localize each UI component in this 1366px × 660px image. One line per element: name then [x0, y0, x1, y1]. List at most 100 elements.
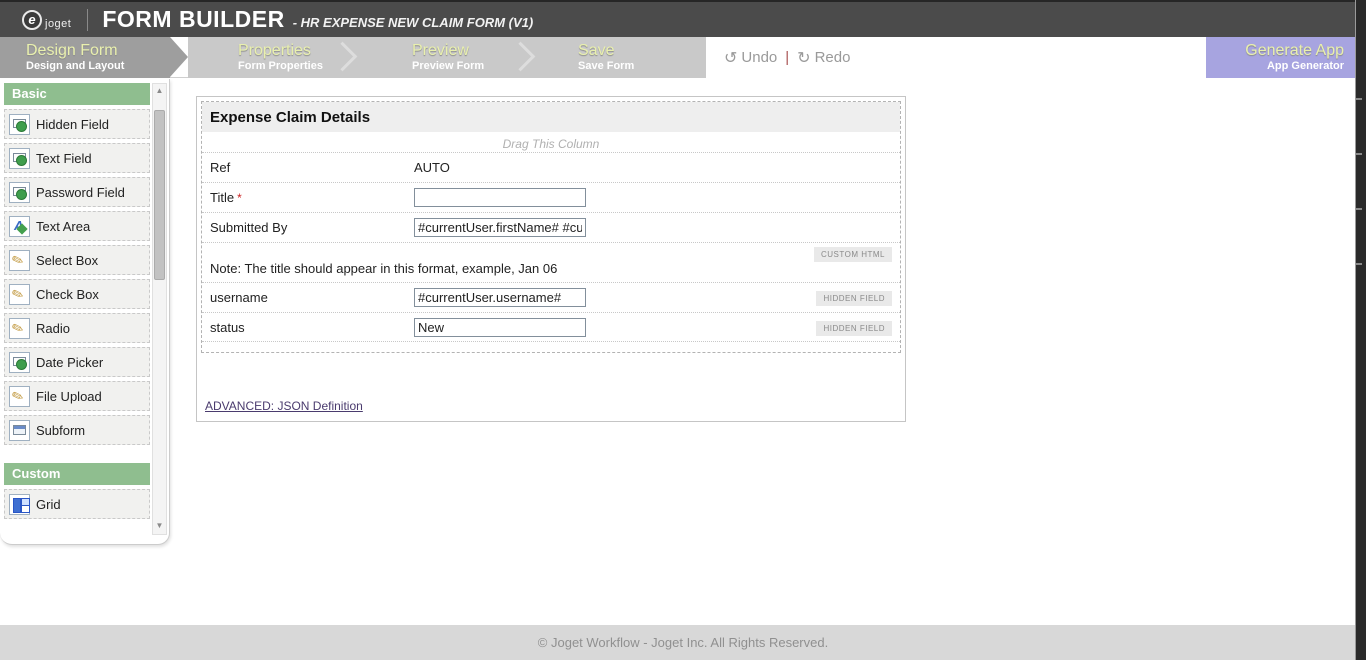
field-label-text: Title	[210, 190, 235, 205]
joget-logo: e joget	[22, 9, 72, 30]
palette-item-text-area[interactable]: Text Area	[4, 211, 150, 241]
palette-item-label: Text Field	[36, 150, 92, 166]
undo-button[interactable]: ↺ Undo	[724, 48, 777, 68]
copyright-text: © Joget Workflow - Joget Inc. All Rights…	[537, 635, 829, 650]
header-divider	[87, 8, 89, 31]
title-input[interactable]	[414, 188, 586, 207]
element-type-badge: HIDDEN FIELD	[816, 321, 892, 336]
scrollbar-tick	[1356, 98, 1362, 100]
scroll-down-icon[interactable]: ▼	[153, 521, 166, 530]
pencil-box-icon	[9, 385, 30, 407]
palette-item-label: Password Field	[36, 184, 125, 200]
window-scrollbar[interactable]	[1355, 0, 1366, 660]
palette-item-password-field[interactable]: Password Field	[4, 177, 150, 207]
palette-scrollbar[interactable]: ▲ ▼	[152, 83, 167, 535]
tab-generate-app-subtitle: App Generator	[1266, 60, 1344, 72]
textfield-icon	[9, 147, 30, 169]
scrollbar-tick	[1356, 153, 1362, 155]
form-row-ref[interactable]: Ref AUTO	[202, 152, 900, 182]
textfield-icon	[9, 181, 30, 203]
scroll-up-icon[interactable]: ▲	[153, 86, 166, 95]
palette-item-file-upload[interactable]: File Upload	[4, 381, 150, 411]
textfield-icon	[9, 113, 30, 135]
form-row-username[interactable]: username HIDDEN FIELD	[202, 282, 900, 312]
palette-item-text-field[interactable]: Text Field	[4, 143, 150, 173]
tab-save-title: Save	[578, 42, 615, 59]
undo-label: Undo	[741, 49, 778, 66]
palette-item-hidden-field[interactable]: Hidden Field	[4, 109, 150, 139]
form-row-custom-html[interactable]: Note: The title should appear in this fo…	[202, 242, 900, 282]
field-label: Submitted By	[210, 220, 288, 235]
username-input[interactable]	[414, 288, 586, 307]
form-row-title[interactable]: Title *	[202, 182, 900, 212]
palette-item-label: File Upload	[36, 388, 102, 404]
tab-generate-app[interactable]: Generate App App Generator	[1206, 37, 1356, 78]
palette-item-label: Grid	[36, 496, 61, 512]
redo-button[interactable]: ↻ Redo	[797, 48, 850, 68]
tab-generate-app-title: Generate App	[1245, 42, 1344, 59]
tab-strip: Design Form Design and Layout Properties…	[0, 37, 1366, 78]
palette-item-grid[interactable]: Grid	[4, 489, 150, 519]
field-label: Title *	[210, 190, 414, 205]
pencil-box-icon	[9, 283, 30, 305]
footer-bar: © Joget Workflow - Joget Inc. All Rights…	[0, 625, 1366, 660]
tab-design-form[interactable]: Design Form Design and Layout	[0, 37, 188, 78]
palette-item-select-box[interactable]: Select Box	[4, 245, 150, 275]
form-column-container: Expense Claim Details Drag This Column R…	[201, 101, 901, 353]
status-input[interactable]	[414, 317, 586, 337]
palette-item-label: Text Area	[36, 218, 91, 234]
palette-item-label: Check Box	[36, 286, 99, 302]
palette-scrollbar-thumb[interactable]	[154, 110, 165, 280]
field-label: Ref	[210, 160, 231, 175]
custom-html-text: Note: The title should appear in this fo…	[210, 261, 558, 276]
toolbar-separator: |	[785, 49, 790, 66]
tab-save[interactable]: Save Save Form	[528, 37, 706, 78]
drag-column-handle[interactable]: Drag This Column	[202, 132, 900, 152]
palette-item-label: Select Box	[36, 252, 99, 268]
page-title: FORM BUILDER	[102, 6, 285, 32]
tab-design-form-title: Design Form	[26, 42, 118, 59]
form-row-status[interactable]: status HIDDEN FIELD	[202, 312, 900, 342]
palette-section-custom: Custom	[4, 463, 150, 485]
tab-properties[interactable]: Properties Form Properties	[188, 37, 350, 78]
element-type-badge: HIDDEN FIELD	[816, 291, 892, 306]
palette-item-date-picker[interactable]: Date Picker	[4, 347, 150, 377]
tab-save-subtitle: Save Form	[578, 60, 635, 72]
form-row-submitted-by[interactable]: Submitted By	[202, 212, 900, 242]
top-header-bar: e joget FORM BUILDER - HR EXPENSE NEW CL…	[0, 0, 1366, 37]
palette-item-radio[interactable]: Radio	[4, 313, 150, 343]
field-label: username	[210, 290, 268, 305]
scrollbar-tick	[1356, 208, 1362, 210]
subform-icon	[9, 419, 30, 441]
undo-redo-toolbar: ↺ Undo | ↻ Redo	[706, 37, 1206, 78]
form-canvas: Expense Claim Details Drag This Column R…	[196, 96, 906, 422]
form-builder-window: e joget FORM BUILDER - HR EXPENSE NEW CL…	[0, 0, 1366, 660]
submitted-by-input[interactable]	[414, 218, 586, 237]
element-type-badge: CUSTOM HTML	[813, 247, 892, 262]
palette-section-basic: Basic	[4, 83, 150, 105]
palette-item-check-box[interactable]: Check Box	[4, 279, 150, 309]
textfield-icon	[9, 351, 30, 373]
tab-preview[interactable]: Preview Preview Form	[350, 37, 528, 78]
palette-item-label: Radio	[36, 320, 70, 336]
redo-icon: ↻	[797, 49, 811, 67]
textarea-icon	[9, 215, 30, 237]
grid-icon	[9, 493, 30, 515]
palette-item-label: Date Picker	[36, 354, 104, 370]
required-asterisk: *	[237, 191, 242, 205]
palette-item-label: Hidden Field	[36, 116, 109, 132]
advanced-json-definition-link[interactable]: ADVANCED: JSON Definition	[205, 399, 363, 413]
joget-logo-label: joget	[45, 17, 72, 30]
pencil-box-icon	[9, 317, 30, 339]
undo-icon: ↺	[724, 49, 738, 67]
pencil-box-icon	[9, 249, 30, 271]
field-label: status	[210, 319, 245, 335]
form-section-title[interactable]: Expense Claim Details	[202, 102, 900, 132]
field-static-value: AUTO	[414, 160, 450, 175]
tab-design-form-subtitle: Design and Layout	[26, 60, 125, 72]
redo-label: Redo	[814, 49, 851, 66]
scrollbar-tick	[1356, 263, 1362, 265]
element-palette: Basic Hidden Field Text Field Password F…	[0, 79, 170, 545]
form-name-subtitle: - HR EXPENSE NEW CLAIM FORM (V1)	[292, 15, 534, 30]
palette-item-subform[interactable]: Subform	[4, 415, 150, 445]
